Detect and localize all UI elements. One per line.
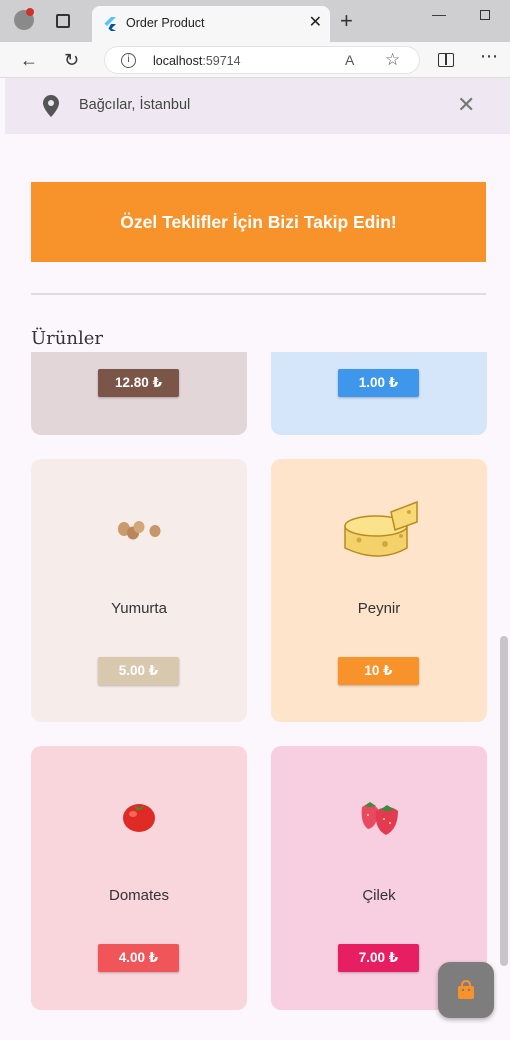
location-text: Bağcılar, İstanbul <box>79 97 191 113</box>
tab-title: Order Product <box>126 16 205 30</box>
price-badge: 7.00 ₺ <box>338 944 419 972</box>
product-card[interactable]: Yumurta 5.00 ₺ <box>31 459 247 722</box>
scrollbar[interactable] <box>500 636 508 966</box>
minimize-icon[interactable]: — <box>432 6 446 22</box>
product-card[interactable]: 12.80 ₺ <box>31 352 247 435</box>
url-text: localhost:59714 <box>153 54 241 68</box>
tomato-icon <box>31 796 247 836</box>
shopping-bag-icon <box>458 980 474 999</box>
close-icon[interactable]: ✕ <box>457 92 475 118</box>
price-badge: 5.00 ₺ <box>98 657 179 685</box>
favorite-icon[interactable]: ☆ <box>385 50 400 70</box>
price-badge: 4.00 ₺ <box>98 944 179 972</box>
promo-banner[interactable]: Özel Teklifler İçin Bizi Takip Edin! <box>31 182 486 262</box>
cart-button[interactable] <box>438 962 494 1018</box>
split-screen-icon[interactable] <box>438 53 454 67</box>
strawberry-icon <box>271 796 487 838</box>
product-name: Domates <box>108 887 170 904</box>
address-bar: ← ↻ i localhost:59714 A ☆ ⋯ <box>0 42 510 78</box>
read-aloud-icon[interactable]: A <box>345 52 354 68</box>
location-header: Bağcılar, İstanbul ✕ <box>5 78 510 134</box>
browser-tab-bar: Order Product ✕ + — <box>0 0 510 42</box>
banner-text: Özel Teklifler İçin Bizi Takip Edin! <box>120 211 397 232</box>
price-badge: 10 ₺ <box>338 657 419 685</box>
tab-actions-icon[interactable] <box>56 14 70 28</box>
more-menu-icon[interactable]: ⋯ <box>480 46 498 67</box>
info-icon[interactable]: i <box>121 53 136 68</box>
section-title: Ürünler <box>31 328 103 349</box>
product-name: Peynir <box>357 600 401 617</box>
product-card[interactable]: 1.00 ₺ <box>271 352 487 435</box>
eggs-icon <box>31 509 247 549</box>
product-card[interactable]: Peynir 10 ₺ <box>271 459 487 722</box>
url-field[interactable]: i localhost:59714 A ☆ <box>104 46 420 74</box>
profile-icon[interactable] <box>14 8 34 30</box>
product-name: Çilek <box>362 887 396 904</box>
price-badge: 12.80 ₺ <box>98 369 179 397</box>
tab-order-product[interactable]: Order Product ✕ <box>92 6 330 42</box>
flutter-icon <box>104 17 116 31</box>
product-card[interactable]: Domates 4.00 ₺ <box>31 746 247 1010</box>
cheese-icon <box>271 495 487 563</box>
maximize-icon[interactable] <box>480 10 490 20</box>
price-badge: 1.00 ₺ <box>338 369 419 397</box>
divider <box>31 293 486 295</box>
product-name: Yumurta <box>111 600 167 617</box>
tab-close-icon[interactable]: ✕ <box>309 12 322 32</box>
location-pin-icon <box>43 95 59 117</box>
product-grid: 12.80 ₺ 1.00 ₺ Yumurta 5.00 ₺ Peynir 10 … <box>0 352 510 1032</box>
new-tab-button[interactable]: + <box>340 8 353 34</box>
back-icon[interactable]: ← <box>20 50 38 71</box>
reload-icon[interactable]: ↻ <box>64 50 79 71</box>
